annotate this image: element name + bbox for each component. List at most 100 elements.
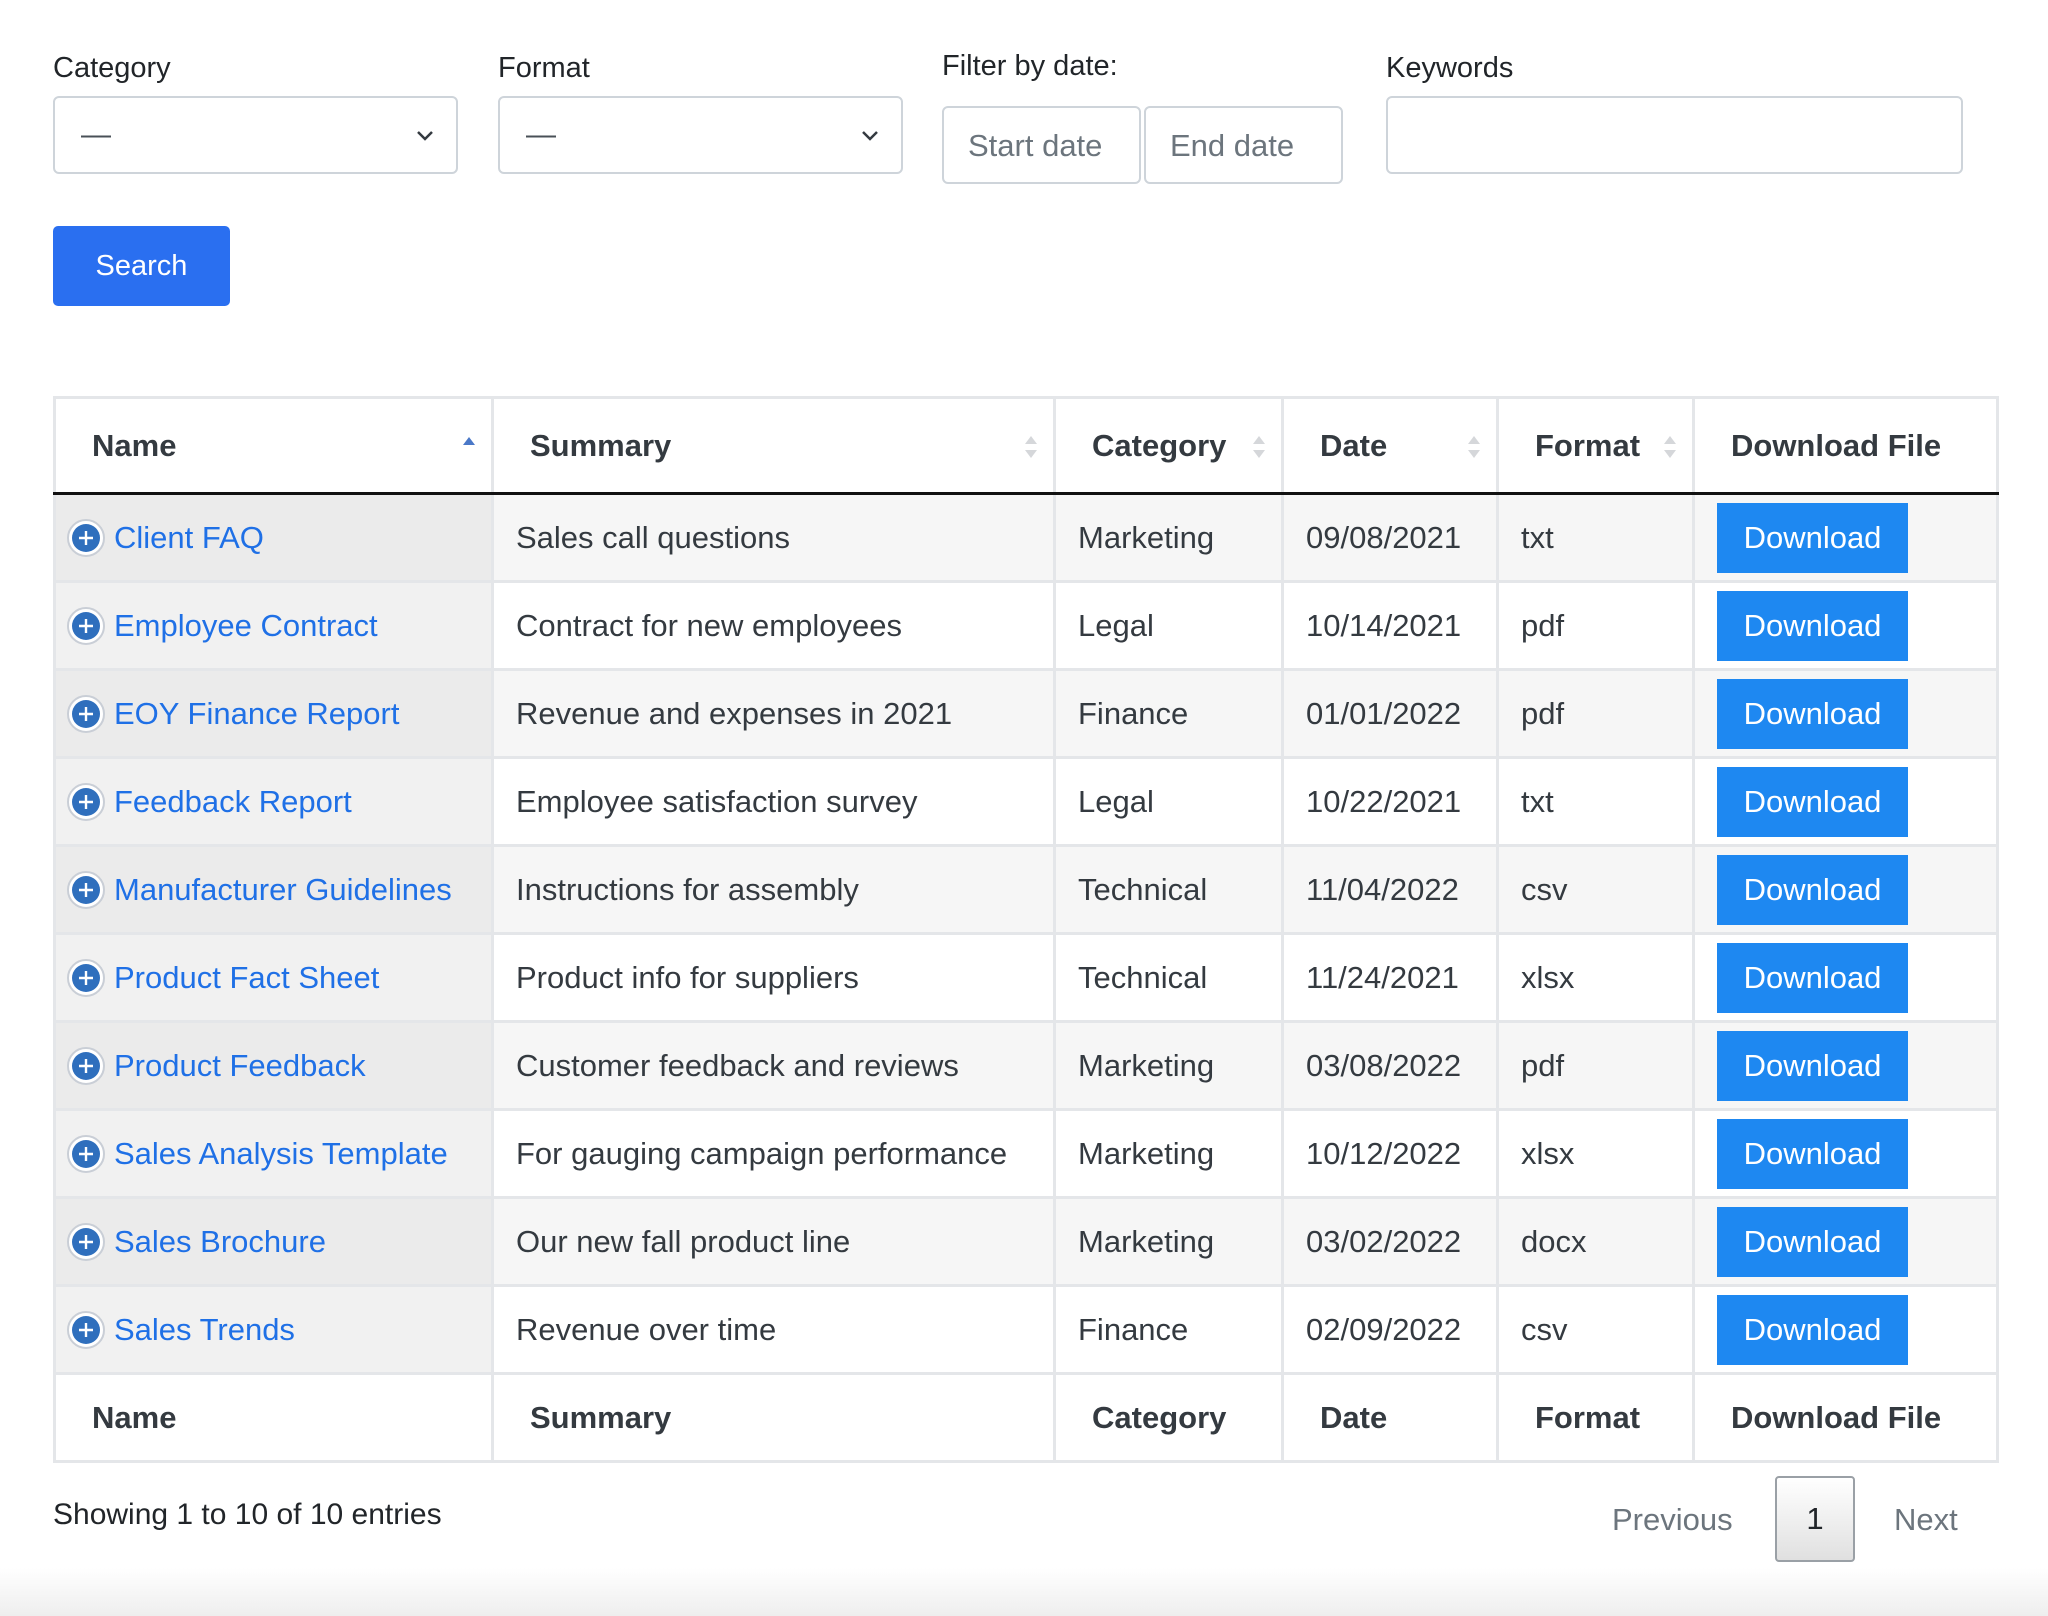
table-row: Product Feedback Customer feedback and re… <box>53 1020 1999 1111</box>
download-button[interactable]: Download <box>1717 854 1908 925</box>
cell-category: Marketing <box>1053 1196 1284 1287</box>
column-header-name[interactable]: Name <box>53 396 494 495</box>
column-header-label: Format <box>1535 427 1641 463</box>
cell-category: Marketing <box>1053 492 1284 583</box>
cell-name: Product Feedback <box>53 1020 494 1111</box>
document-name-link[interactable]: Product Fact Sheet <box>114 960 379 995</box>
expand-plus-icon[interactable] <box>66 1134 106 1174</box>
cell-category: Finance <box>1053 668 1284 759</box>
documents-table: Name Summary Category Date Format Downlo… <box>53 396 1999 1463</box>
cell-category: Technical <box>1053 844 1284 935</box>
document-name-link[interactable]: Employee Contract <box>114 608 378 643</box>
column-header-label: Category <box>1092 427 1227 463</box>
cell-name: EOY Finance Report <box>53 668 494 759</box>
cell-format: pdf <box>1496 668 1695 759</box>
cell-category: Legal <box>1053 756 1284 847</box>
table-row: Manufacturer Guidelines Instructions for … <box>53 844 1999 935</box>
column-header-category[interactable]: Category <box>1053 396 1284 495</box>
document-name-link[interactable]: Client FAQ <box>114 520 264 555</box>
expand-plus-icon[interactable] <box>66 958 106 998</box>
category-select[interactable]: — <box>53 96 458 174</box>
document-name-link[interactable]: Feedback Report <box>114 784 352 819</box>
previous-page-button[interactable]: Previous <box>1612 1502 1733 1538</box>
document-name-link[interactable]: Manufacturer Guidelines <box>114 872 452 907</box>
end-date-input[interactable]: End date <box>1144 106 1343 184</box>
download-button[interactable]: Download <box>1717 766 1908 837</box>
expand-plus-icon[interactable] <box>66 1046 106 1086</box>
cell-date: 09/08/2021 <box>1281 492 1499 583</box>
expand-plus-icon[interactable] <box>66 870 106 910</box>
download-button[interactable]: Download <box>1717 942 1908 1013</box>
keywords-input[interactable] <box>1386 96 1963 174</box>
column-header-label: Name <box>92 427 177 463</box>
column-header-label: Download File <box>1731 427 1942 463</box>
cell-format: pdf <box>1496 580 1695 671</box>
footer-header-category: Category <box>1053 1372 1284 1463</box>
cell-name: Sales Brochure <box>53 1196 494 1287</box>
cell-date: 10/22/2021 <box>1281 756 1499 847</box>
document-name-link[interactable]: Sales Trends <box>114 1312 295 1347</box>
table-row: Sales Brochure Our new fall product line M… <box>53 1196 1999 1287</box>
cell-format: xlsx <box>1496 932 1695 1023</box>
sort-icon <box>1253 436 1265 458</box>
table-info: Showing 1 to 10 of 10 entries <box>53 1498 442 1531</box>
format-select[interactable]: — <box>498 96 903 174</box>
cell-format: csv <box>1496 844 1695 935</box>
expand-plus-icon[interactable] <box>66 782 106 822</box>
cell-name: Product Fact Sheet <box>53 932 494 1023</box>
cell-download: Download <box>1692 1020 1999 1111</box>
cell-category: Marketing <box>1053 1108 1284 1199</box>
cell-name: Sales Analysis Template <box>53 1108 494 1199</box>
download-button[interactable]: Download <box>1717 590 1908 661</box>
download-button[interactable]: Download <box>1717 1118 1908 1189</box>
column-header-format[interactable]: Format <box>1496 396 1695 495</box>
expand-plus-icon[interactable] <box>66 518 106 558</box>
document-name-link[interactable]: Product Feedback <box>114 1048 366 1083</box>
cell-date: 10/14/2021 <box>1281 580 1499 671</box>
download-button[interactable]: Download <box>1717 1206 1908 1277</box>
expand-plus-icon[interactable] <box>66 694 106 734</box>
footer-header-summary: Summary <box>491 1372 1056 1463</box>
chevron-down-icon <box>417 131 433 141</box>
download-button[interactable]: Download <box>1717 678 1908 749</box>
cell-category: Legal <box>1053 580 1284 671</box>
cell-summary: Product info for suppliers <box>491 932 1056 1023</box>
bottom-shadow <box>0 1568 2048 1616</box>
table-footer-row: Name Summary Category Date Format Downlo… <box>53 1372 1999 1463</box>
cell-download: Download <box>1692 1108 1999 1199</box>
cell-date: 11/04/2022 <box>1281 844 1499 935</box>
cell-summary: For gauging campaign performance <box>491 1108 1056 1199</box>
format-select-value: — <box>526 118 556 151</box>
document-name-link[interactable]: Sales Brochure <box>114 1224 326 1259</box>
cell-summary: Customer feedback and reviews <box>491 1020 1056 1111</box>
cell-format: docx <box>1496 1196 1695 1287</box>
document-name-link[interactable]: Sales Analysis Template <box>114 1136 448 1171</box>
cell-date: 03/08/2022 <box>1281 1020 1499 1111</box>
cell-summary: Our new fall product line <box>491 1196 1056 1287</box>
start-date-input[interactable]: Start date <box>942 106 1141 184</box>
document-name-link[interactable]: EOY Finance Report <box>114 696 399 731</box>
search-button[interactable]: Search <box>53 226 230 306</box>
expand-plus-icon[interactable] <box>66 606 106 646</box>
download-button[interactable]: Download <box>1717 1294 1908 1365</box>
sort-icon <box>1664 436 1676 458</box>
column-header-summary[interactable]: Summary <box>491 396 1056 495</box>
cell-format: pdf <box>1496 1020 1695 1111</box>
cell-date: 02/09/2022 <box>1281 1284 1499 1375</box>
cell-category: Marketing <box>1053 1020 1284 1111</box>
page-number-button[interactable]: 1 <box>1775 1476 1855 1562</box>
download-button[interactable]: Download <box>1717 502 1908 573</box>
table-row: Sales Trends Revenue over time Finance 02/0… <box>53 1284 1999 1375</box>
table-row: Sales Analysis Template For gauging campa… <box>53 1108 1999 1199</box>
expand-plus-icon[interactable] <box>66 1222 106 1262</box>
table-row: EOY Finance Report Revenue and expenses i… <box>53 668 1999 759</box>
next-page-button[interactable]: Next <box>1894 1502 1958 1538</box>
cell-format: csv <box>1496 1284 1695 1375</box>
cell-date: 03/02/2022 <box>1281 1196 1499 1287</box>
download-button[interactable]: Download <box>1717 1030 1908 1101</box>
cell-format: xlsx <box>1496 1108 1695 1199</box>
column-header-download: Download File <box>1692 396 1999 495</box>
sort-asc-icon <box>463 437 475 445</box>
column-header-date[interactable]: Date <box>1281 396 1499 495</box>
expand-plus-icon[interactable] <box>66 1310 106 1350</box>
